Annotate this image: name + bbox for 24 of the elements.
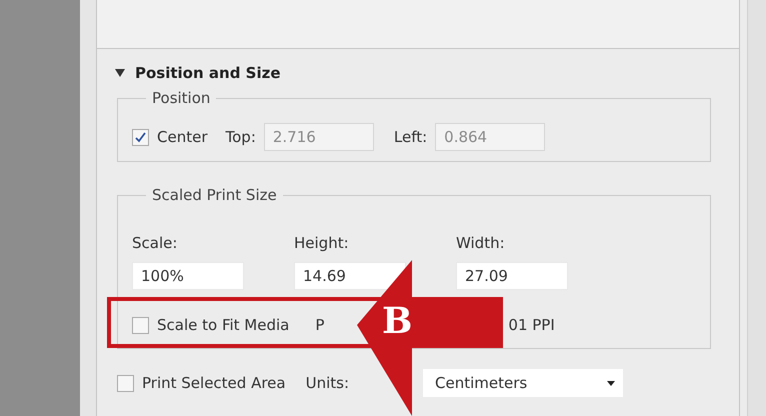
field-label: Units:: [306, 374, 349, 392]
group-title: Position: [151, 89, 212, 107]
field-label: Height:: [294, 234, 350, 252]
number-input[interactable]: 14.69: [294, 262, 406, 290]
checkbox[interactable]: [132, 316, 149, 334]
callout-letter: B: [382, 300, 412, 342]
number-input[interactable]: 27.09: [456, 262, 568, 290]
checkbox-label: Center: [157, 128, 208, 146]
units-dropdown[interactable]: Centimeters: [423, 369, 623, 397]
checkbox[interactable]: [117, 374, 134, 392]
field-label: Top:: [226, 128, 256, 146]
field-label: Left:: [394, 128, 428, 146]
section-title: Position and Size: [135, 64, 280, 82]
resolution-text: 01 PPI: [508, 316, 555, 334]
group-title: Scaled Print Size: [151, 186, 278, 204]
collapse-triangle-icon[interactable]: [115, 68, 125, 78]
checkbox-label: Scale to Fit Media: [157, 316, 290, 334]
checkbox-label: Print Selected Area: [142, 374, 286, 392]
number-input[interactable]: 100%: [132, 262, 244, 290]
resolution-text: P: [315, 316, 324, 334]
field-label: Scale:: [132, 234, 178, 252]
caret-icon: [607, 380, 615, 386]
checkbox[interactable]: [132, 128, 149, 146]
field-label: Width:: [456, 234, 506, 252]
